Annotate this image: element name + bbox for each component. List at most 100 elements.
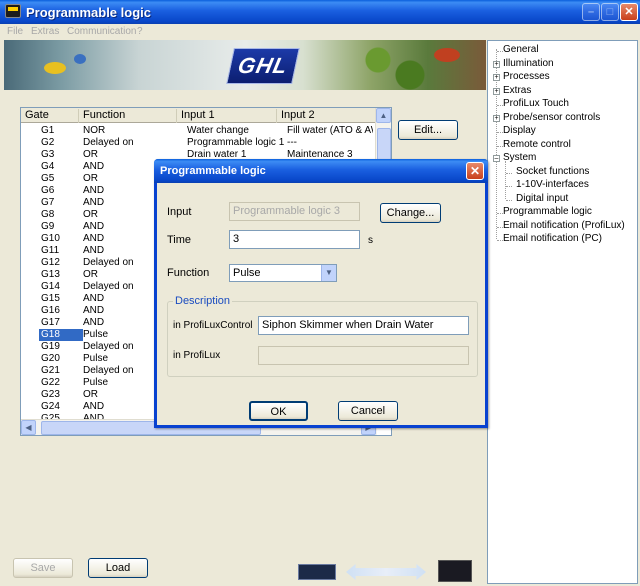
collapse-icon[interactable]: – — [493, 155, 500, 162]
laptop-icon — [438, 560, 472, 582]
function-select[interactable]: Pulse ▼ — [229, 264, 337, 282]
menu-file[interactable]: File — [7, 26, 23, 37]
cell-gate: G6 — [41, 185, 55, 196]
tree-item-email-notification-pc[interactable]: Email notification (PC) — [503, 233, 602, 244]
time-input[interactable]: 3 — [229, 230, 360, 249]
programmable-logic-dialog: Programmable logic ✕ Input Programmable … — [154, 159, 488, 428]
cell-function: NOR — [83, 125, 106, 136]
cell-gate: G9 — [41, 221, 55, 232]
column-header-input1[interactable]: Input 1 — [177, 109, 277, 123]
input-field: Programmable logic 3 — [229, 202, 360, 221]
cell-gate: G20 — [41, 353, 60, 364]
menu-bar: File Extras Communication ? — [0, 24, 640, 40]
cell-gate: G15 — [41, 293, 60, 304]
device-connection-graphic — [298, 560, 478, 584]
expand-icon[interactable]: + — [493, 60, 500, 68]
table-header: Gate Function Input 1 Input 2 — [21, 108, 377, 123]
column-header-gate[interactable]: Gate — [21, 109, 79, 123]
cell-gate: G13 — [41, 269, 60, 280]
time-unit: s — [368, 235, 373, 246]
desc-profilux-input — [258, 346, 469, 365]
description-group: Description in ProfiLuxControl Siphon Sk… — [167, 295, 478, 377]
desc-control-label: in ProfiLuxControl — [173, 320, 253, 331]
function-label: Function — [167, 267, 210, 279]
tree-item-probe-sensor-controls[interactable]: Probe/sensor controls — [503, 112, 600, 123]
tree-item-display[interactable]: Display — [503, 125, 536, 136]
chevron-down-icon[interactable]: ▼ — [321, 265, 336, 281]
cell-function: Delayed on — [83, 137, 134, 148]
column-header-input2[interactable]: Input 2 — [277, 109, 377, 123]
cell-gate: G23 — [41, 389, 60, 400]
cell-gate: G22 — [41, 377, 60, 388]
edit-button[interactable]: Edit... — [398, 120, 458, 140]
header-banner: GHL — [4, 40, 486, 90]
tree-item-general[interactable]: General — [503, 44, 539, 55]
expand-icon[interactable]: + — [493, 74, 500, 81]
expand-icon[interactable]: + — [493, 87, 500, 95]
menu-extras[interactable]: Extras — [31, 26, 59, 37]
minimize-button[interactable]: – — [582, 3, 600, 21]
cell-gate: G7 — [41, 197, 55, 208]
expand-icon[interactable]: + — [493, 114, 500, 122]
cell-input2: --- — [287, 137, 297, 148]
column-header-function[interactable]: Function — [79, 109, 177, 123]
scroll-left-icon[interactable]: ◀ — [21, 420, 36, 435]
table-row[interactable]: G1 NOR Water change Fill water (ATO & AW... — [21, 125, 377, 137]
cell-gate: G14 — [41, 281, 60, 292]
tree-item-extras[interactable]: Extras — [503, 85, 531, 96]
tree-item-system[interactable]: System — [503, 152, 536, 163]
save-button[interactable]: Save — [13, 558, 73, 578]
cell-input1: Programmable logic 1 — [187, 137, 285, 148]
maximize-button[interactable]: □ — [601, 3, 619, 21]
cell-gate: G3 — [41, 149, 55, 160]
controller-icon — [298, 564, 336, 580]
scroll-up-icon[interactable]: ▲ — [376, 108, 391, 123]
tree-item-profilux-touch[interactable]: ProfiLux Touch — [503, 98, 569, 109]
cell-gate: G10 — [41, 233, 60, 244]
window-title: Programmable logic — [26, 5, 151, 20]
plant-image — [354, 40, 434, 90]
cell-gate: G4 — [41, 161, 55, 172]
change-button[interactable]: Change... — [380, 203, 441, 223]
ghl-logo: GHL — [226, 48, 300, 84]
window-titlebar: Programmable logic – □ ✕ — [0, 0, 640, 24]
close-button[interactable]: ✕ — [620, 3, 638, 21]
cell-gate: G12 — [41, 257, 60, 268]
tree-item-socket-functions[interactable]: Socket functions — [516, 166, 589, 177]
cell-gate: G8 — [41, 209, 55, 220]
cancel-button[interactable]: Cancel — [338, 401, 398, 421]
tree-item-remote-control[interactable]: Remote control — [503, 139, 571, 150]
cell-gate: G19 — [41, 341, 60, 352]
tree-item-1-10v-interfaces[interactable]: 1-10V-interfaces — [516, 179, 589, 190]
tree-item-programmable-logic[interactable]: Programmable logic — [503, 206, 592, 217]
tree-item-email-notification-profilux[interactable]: Email notification (ProfiLux) — [503, 220, 625, 231]
cell-gate: G24 — [41, 401, 60, 412]
description-legend: Description — [173, 295, 233, 307]
ok-button[interactable]: OK — [249, 401, 308, 421]
cell-gate: G5 — [41, 173, 55, 184]
cell-gate: G16 — [41, 305, 60, 316]
bidirectional-arrow-icon — [346, 564, 426, 580]
tree-item-processes[interactable]: Processes — [503, 71, 550, 82]
fish-image — [44, 62, 66, 74]
cell-gate: G21 — [41, 365, 60, 376]
desc-profilux-label: in ProfiLux — [173, 350, 221, 361]
cell-gate: G11 — [41, 245, 60, 256]
settings-tree[interactable]: General + Illumination + Processes + Extras Pro… — [487, 40, 638, 584]
fish-image — [74, 54, 86, 64]
tree-item-digital-input[interactable]: Digital input — [516, 193, 568, 204]
table-row[interactable]: G2 Delayed on Programmable logic 1 --- — [21, 137, 377, 149]
fish-image — [434, 48, 460, 62]
tree-item-illumination[interactable]: Illumination — [503, 58, 554, 69]
menu-communication[interactable]: Communication — [67, 26, 136, 37]
cell-gate: G17 — [41, 317, 60, 328]
load-button[interactable]: Load — [88, 558, 148, 578]
input-label: Input — [167, 206, 192, 218]
menu-help[interactable]: ? — [137, 26, 143, 37]
desc-control-input[interactable]: Siphon Skimmer when Drain Water — [258, 316, 469, 335]
cell-gate: G2 — [41, 137, 55, 148]
app-icon — [5, 4, 21, 18]
time-label: Time — [167, 234, 192, 246]
dialog-close-button[interactable]: ✕ — [466, 162, 484, 180]
cell-input2: Fill water (ATO & AW... — [287, 125, 373, 136]
